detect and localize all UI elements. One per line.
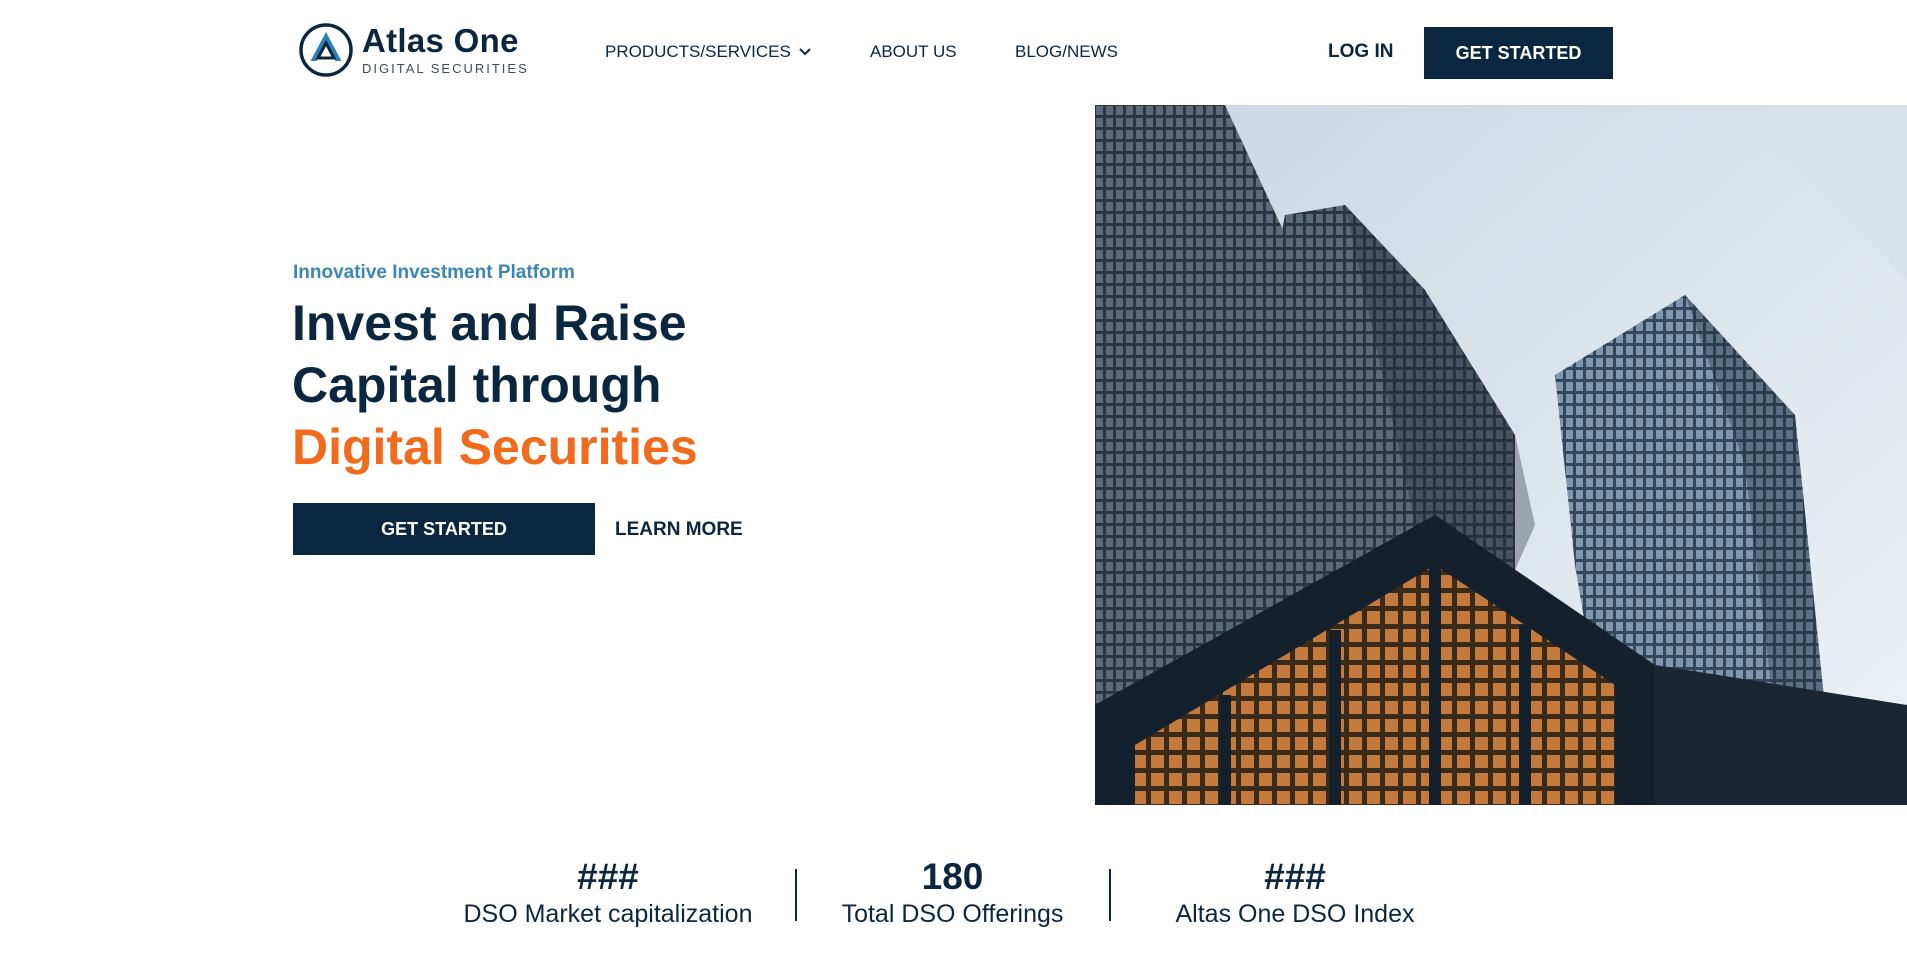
- hero-get-started-button[interactable]: GET STARTED: [293, 503, 595, 555]
- login-link[interactable]: LOG IN: [1328, 41, 1393, 63]
- atlas-logo-icon: [299, 23, 353, 77]
- stat-value: ###: [577, 856, 639, 897]
- stat-dso-index: ### Altas One DSO Index: [1160, 856, 1430, 929]
- headline-line-2: Capital through: [292, 357, 662, 413]
- hero-eyebrow: Innovative Investment Platform: [293, 262, 575, 283]
- stat-label: Total DSO Offerings: [841, 900, 1064, 928]
- nav-item-label: ABOUT US: [870, 42, 957, 61]
- site-header: Atlas One DIGITAL SECURITIES PRODUCTS/SE…: [0, 0, 1907, 105]
- stat-value: 180: [921, 856, 984, 897]
- stat-divider: [795, 869, 797, 921]
- chevron-down-icon: [799, 48, 811, 56]
- stat-value: ###: [1264, 856, 1326, 897]
- nav-item-blog-news[interactable]: BLOG/NEWS: [1015, 42, 1118, 62]
- brand-name: Atlas One: [362, 22, 519, 59]
- hero-headline: Invest and Raise Capital through Digital…: [292, 292, 992, 478]
- header-get-started-button[interactable]: GET STARTED: [1424, 27, 1613, 79]
- learn-more-link[interactable]: LEARN MORE: [615, 519, 743, 541]
- nav-item-label: PRODUCTS/SERVICES: [605, 42, 791, 61]
- brand-logo[interactable]: Atlas One DIGITAL SECURITIES: [298, 22, 529, 78]
- stat-label: DSO Market capitalization: [463, 900, 753, 928]
- headline-accent: Digital Securities: [292, 419, 698, 475]
- skyscraper-illustration: [1095, 105, 1907, 805]
- stat-label: Altas One DSO Index: [1175, 900, 1415, 928]
- stat-market-cap: ### DSO Market capitalization: [452, 856, 764, 929]
- stat-divider: [1109, 869, 1111, 921]
- brand-tagline: DIGITAL SECURITIES: [362, 61, 529, 76]
- nav-item-about-us[interactable]: ABOUT US: [870, 42, 957, 62]
- headline-line-1: Invest and Raise: [292, 295, 687, 351]
- nav-item-products-services[interactable]: PRODUCTS/SERVICES: [605, 42, 812, 62]
- hero-skyscraper-image: [1095, 105, 1907, 805]
- stat-total-offerings: 180 Total DSO Offerings: [830, 856, 1075, 929]
- nav-item-label: BLOG/NEWS: [1015, 42, 1118, 61]
